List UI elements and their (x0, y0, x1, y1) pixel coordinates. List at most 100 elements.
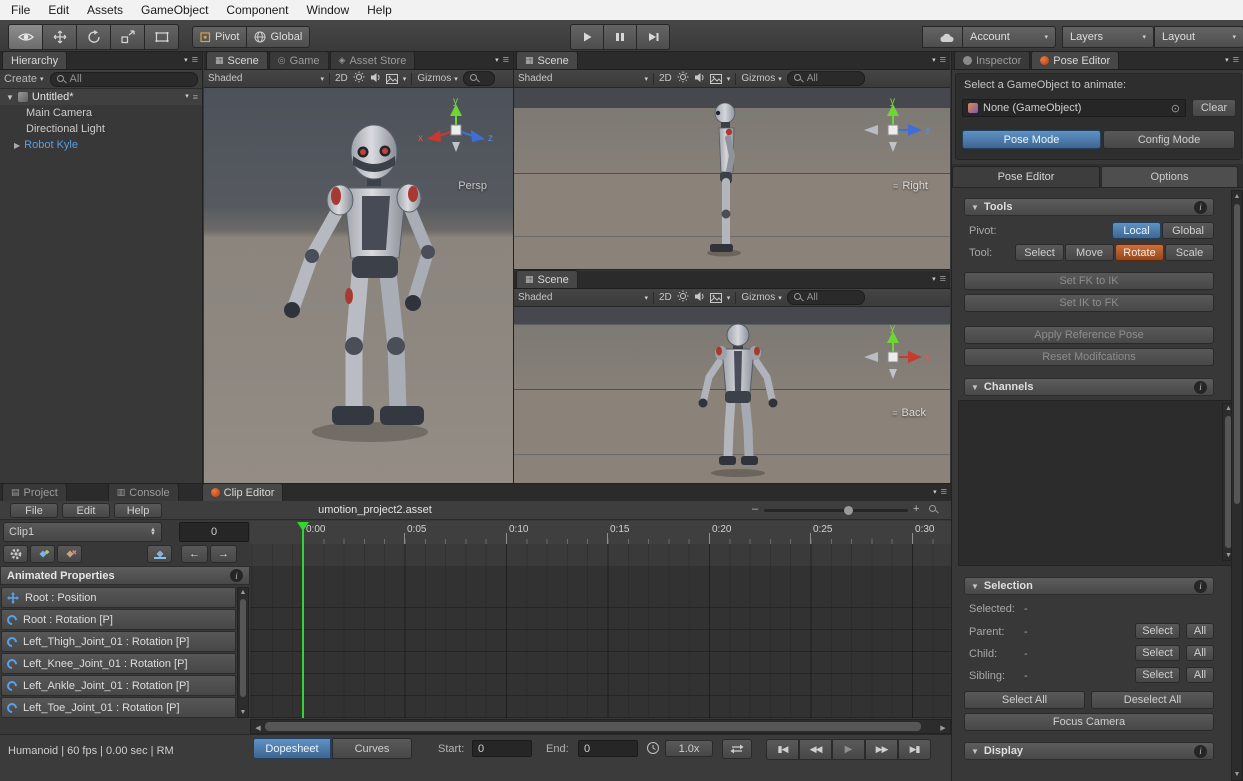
playhead[interactable] (302, 522, 304, 718)
foldout-open-icon[interactable]: ▼ (6, 93, 14, 102)
sibling-all-button[interactable]: All (1186, 667, 1214, 683)
gameobject-field[interactable]: None (GameObject) ⊙ (962, 99, 1186, 117)
tab-scene[interactable]: ▦Scene (516, 270, 578, 288)
parent-select-button[interactable]: Select (1135, 623, 1180, 639)
zoom-plus[interactable]: + (913, 503, 919, 515)
menu-assets[interactable]: Assets (78, 1, 132, 19)
2d-toggle[interactable]: 2D (659, 292, 672, 303)
prev-frame-button[interactable]: ← (181, 545, 208, 563)
end-field[interactable]: 0 (578, 740, 638, 757)
panel-menu-icon[interactable]: ≡ (940, 55, 946, 65)
start-field[interactable]: 0 (472, 740, 532, 757)
hierarchy-item-main-camera[interactable]: Main Camera (0, 105, 202, 121)
menu-edit[interactable]: Edit (39, 1, 78, 19)
audio-toggle[interactable] (370, 72, 381, 86)
zoom-slider-thumb[interactable] (844, 506, 853, 515)
key-all-button[interactable] (147, 545, 172, 563)
child-select-button[interactable]: Select (1135, 645, 1180, 661)
scrollbar-thumb[interactable] (240, 599, 246, 697)
property-row-root-rotation[interactable]: Root : Rotation [P] (1, 609, 236, 630)
scene-menu-icon[interactable]: ≡ (193, 92, 198, 102)
layers-dropdown[interactable]: Layers▾ (1062, 26, 1154, 48)
speed-dropdown[interactable]: 1.0x (665, 740, 713, 757)
create-dropdown[interactable]: Create▾ (4, 73, 44, 85)
rotate-tool-button[interactable] (77, 24, 111, 50)
property-row-left-thigh[interactable]: Left_Thigh_Joint_01 : Rotation [P] (1, 631, 236, 652)
clip-file-menu[interactable]: File (10, 503, 58, 518)
rotate-tool-button-pe[interactable]: Rotate (1115, 244, 1164, 261)
effects-dropdown[interactable]: ▾ (710, 293, 731, 303)
tab-scene[interactable]: ▦Scene (516, 51, 578, 69)
scale-tool-button-pe[interactable]: Scale (1165, 244, 1214, 261)
focus-camera-button[interactable]: Focus Camera (964, 713, 1214, 731)
subtab-pose-editor[interactable]: Pose Editor (952, 166, 1100, 187)
timeline-ruler[interactable]: 0:00 0:05 0:10 0:15 0:20 0:25 0:30 (250, 521, 951, 545)
view-label-back[interactable]: ≡Back (892, 407, 926, 419)
scrollbar-thumb[interactable] (1234, 204, 1240, 504)
foldout-closed-icon[interactable]: ▶ (14, 141, 20, 150)
hierarchy-item-robot-kyle[interactable]: ▶ Robot Kyle (0, 137, 202, 153)
tab-console[interactable]: ▥Console (108, 483, 179, 501)
orientation-gizmo[interactable]: y x z (417, 94, 495, 160)
tab-clip-editor[interactable]: Clip Editor (202, 483, 284, 501)
go-to-start-button[interactable]: ▮◀ (766, 739, 799, 760)
2d-toggle[interactable]: 2D (335, 73, 348, 84)
tab-pose-editor[interactable]: Pose Editor (1031, 51, 1119, 69)
robot-model-back[interactable] (692, 323, 784, 479)
clip-edit-menu[interactable]: Edit (62, 503, 110, 518)
menu-help[interactable]: Help (358, 1, 401, 19)
account-dropdown[interactable]: Account▾ (962, 26, 1056, 48)
scale-tool-button[interactable] (111, 24, 145, 50)
pause-button[interactable] (604, 24, 637, 50)
view-label-right[interactable]: ≡Right (893, 180, 928, 192)
clip-settings-button[interactable] (3, 545, 28, 563)
tools-section-header[interactable]: ▼ Tools i (964, 198, 1214, 216)
gizmos-dropdown[interactable]: Gizmos▾ (741, 292, 781, 303)
caret-down-icon[interactable]: ▾ (185, 92, 189, 102)
select-all-button[interactable]: Select All (964, 691, 1085, 709)
next-frame-button[interactable]: → (210, 545, 237, 563)
info-icon[interactable]: i (1194, 580, 1207, 593)
parent-all-button[interactable]: All (1186, 623, 1214, 639)
caret-down-icon[interactable]: ▾ (932, 56, 936, 64)
subtab-options[interactable]: Options (1101, 166, 1238, 187)
orientation-gizmo[interactable]: y x (854, 321, 932, 387)
orientation-gizmo[interactable]: y z (854, 94, 932, 160)
lighting-toggle[interactable] (677, 290, 689, 305)
add-keyframe-button[interactable] (30, 545, 55, 563)
delete-keyframe-button[interactable] (57, 545, 82, 563)
scroll-right-icon[interactable]: ▶ (938, 724, 948, 732)
step-button[interactable] (637, 24, 670, 50)
zoom-slider[interactable] (764, 509, 908, 512)
scroll-down-icon[interactable]: ▼ (1232, 771, 1242, 778)
robot-model-persp[interactable] (256, 114, 486, 480)
scene-right-viewport[interactable]: y z ≡Right (514, 88, 950, 269)
info-icon[interactable]: i (230, 569, 243, 582)
scene-search-input[interactable] (463, 71, 495, 86)
panel-menu-icon[interactable]: ≡ (503, 55, 509, 65)
move-tool-button-pe[interactable]: Move (1065, 244, 1114, 261)
child-all-button[interactable]: All (1186, 645, 1214, 661)
info-icon[interactable]: i (1194, 745, 1207, 758)
loop-toggle-button[interactable] (722, 739, 752, 759)
menu-window[interactable]: Window (297, 1, 358, 19)
pose-mode-button[interactable]: Pose Mode (962, 130, 1101, 149)
menu-file[interactable]: File (2, 1, 39, 19)
clear-button[interactable]: Clear (1192, 99, 1236, 117)
hierarchy-item-directional-light[interactable]: Directional Light (0, 121, 202, 137)
panel-menu-icon[interactable]: ≡ (940, 274, 946, 284)
caret-down-icon[interactable]: ▾ (495, 56, 499, 64)
scrollbar-thumb[interactable] (265, 722, 921, 731)
object-picker-icon[interactable]: ⊙ (1171, 102, 1180, 115)
dopesheet-tab[interactable]: Dopesheet (253, 738, 331, 759)
robot-model-side[interactable] (704, 100, 750, 260)
selection-section-header[interactable]: ▼ Selection i (964, 577, 1214, 595)
scroll-down-icon[interactable]: ▼ (238, 709, 248, 716)
menu-component[interactable]: Component (217, 1, 297, 19)
layout-dropdown[interactable]: Layout▾ (1154, 26, 1243, 48)
caret-down-icon[interactable]: ▾ (1225, 56, 1229, 64)
zoom-search-icon[interactable] (929, 505, 938, 514)
property-row-left-knee[interactable]: Left_Knee_Joint_01 : Rotation [P] (1, 653, 236, 674)
properties-scrollbar[interactable]: ▲ ▼ (237, 587, 249, 718)
property-row-left-ankle[interactable]: Left_Ankle_Joint_01 : Rotation [P] (1, 675, 236, 696)
